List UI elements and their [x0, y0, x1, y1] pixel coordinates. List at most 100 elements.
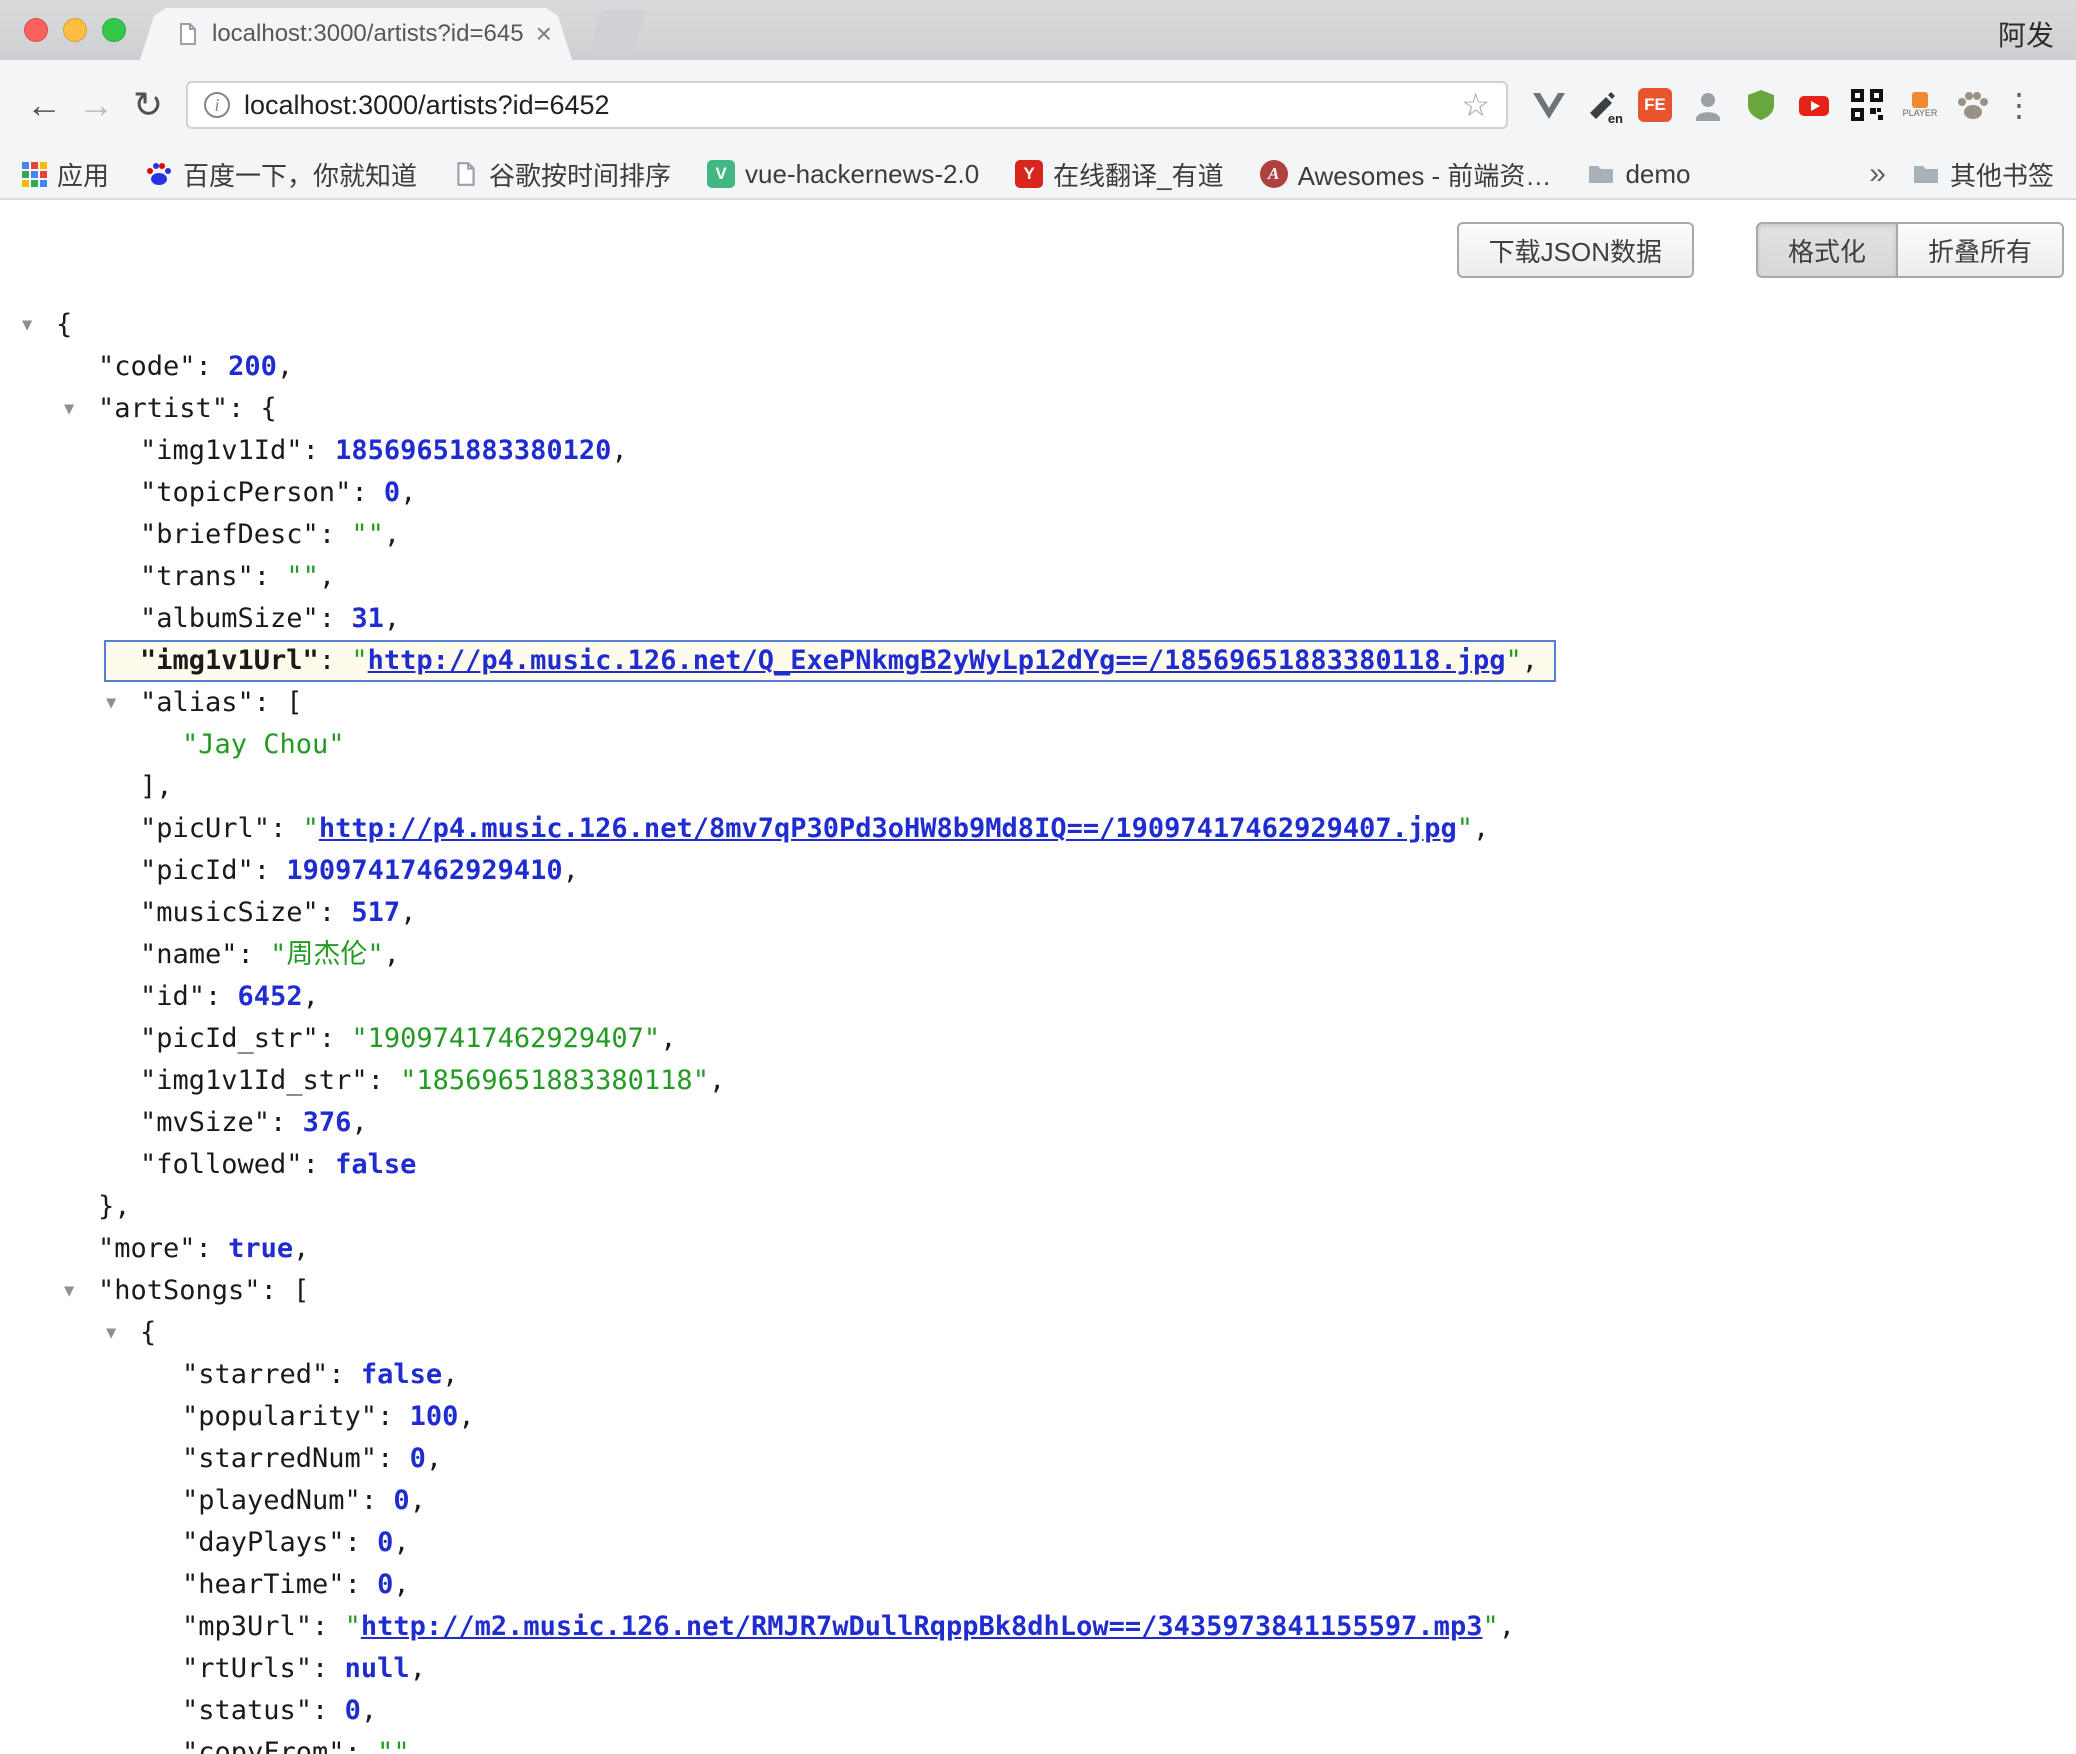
json-number: 6452: [238, 981, 303, 1012]
json-number: 100: [410, 1401, 459, 1432]
json-punct: ,: [351, 1107, 367, 1138]
zoom-window-button[interactable]: [102, 18, 126, 42]
json-punct: :: [303, 1149, 336, 1180]
shield-extension-icon[interactable]: [1742, 86, 1780, 124]
bookmark-youdao-translate[interactable]: Y 在线翻译_有道: [1015, 156, 1223, 193]
minimize-window-button[interactable]: [63, 18, 87, 42]
json-key: "picId_str": [140, 1023, 319, 1054]
close-window-button[interactable]: [24, 18, 48, 42]
json-line: "picId": 19097417462929410,: [0, 850, 2076, 892]
url-input[interactable]: localhost:3000/artists?id=6452: [244, 90, 1461, 121]
json-url-link[interactable]: http://p4.music.126.net/8mv7qP30Pd3oHW8b…: [319, 813, 1457, 844]
fe-helper-icon[interactable]: FE: [1636, 86, 1674, 124]
json-url-link[interactable]: http://p4.music.126.net/Q_ExePNkmgB2yWyL…: [368, 645, 1506, 676]
json-line: "followed": false: [0, 1144, 2076, 1186]
json-string-value: "": [377, 1737, 410, 1754]
collapse-arrow-icon[interactable]: ▼: [106, 1312, 116, 1354]
json-punct: :: [368, 1065, 401, 1096]
collapse-arrow-icon[interactable]: ▼: [64, 1270, 74, 1312]
baidu-paw-icon: [145, 160, 173, 188]
youdao-icon: Y: [1015, 160, 1043, 188]
json-number: 0: [393, 1485, 409, 1516]
json-key: "playedNum": [182, 1485, 361, 1516]
bookmark-baidu[interactable]: 百度一下，你就知道: [145, 156, 417, 193]
json-punct: :: [312, 1611, 345, 1642]
json-punct: :: [351, 477, 384, 508]
json-punct: ,: [384, 519, 400, 550]
url-bar[interactable]: i localhost:3000/artists?id=6452 ☆: [186, 81, 1508, 129]
other-bookmarks-label: 其他书签: [1950, 156, 2054, 193]
json-line: "img1v1Id_str": "18569651883380118",: [0, 1060, 2076, 1102]
json-line: "img1v1Id": 18569651883380120,: [0, 430, 2076, 472]
json-line: "picUrl": "http://p4.music.126.net/8mv7q…: [0, 808, 2076, 850]
youtube-extension-icon[interactable]: [1795, 86, 1833, 124]
folder-icon: [1912, 160, 1940, 188]
json-line: "picId_str": "19097417462929407",: [0, 1018, 2076, 1060]
json-punct: :: [319, 645, 352, 676]
json-punct: :: [196, 1233, 229, 1264]
translate-extension-icon[interactable]: en: [1583, 86, 1621, 124]
other-bookmarks-folder[interactable]: 其他书签: [1912, 156, 2054, 193]
json-string-value: "18569651883380118": [400, 1065, 709, 1096]
browser-tab[interactable]: localhost:3000/artists?id=645 ×: [140, 8, 572, 60]
reload-button[interactable]: ↻: [122, 84, 174, 126]
json-line: "id": 6452,: [0, 976, 2076, 1018]
json-key: "rtUrls": [182, 1653, 312, 1684]
bookmark-star-icon[interactable]: ☆: [1461, 86, 1490, 124]
json-key: "alias": [140, 687, 254, 718]
vue-icon: V: [707, 160, 735, 188]
json-number: 19097417462929410: [286, 855, 562, 886]
paw-extension-icon[interactable]: [1954, 86, 1992, 124]
json-punct: ,: [563, 855, 579, 886]
bookmarks-overflow-chevron[interactable]: »: [1869, 157, 1886, 191]
json-punct: :: [312, 1695, 345, 1726]
json-number: 0: [410, 1443, 426, 1474]
json-number: 0: [384, 477, 400, 508]
json-punct: ,: [384, 603, 400, 634]
bookmark-demo-folder[interactable]: demo: [1587, 159, 1690, 190]
back-button[interactable]: ←: [18, 84, 70, 126]
collapse-all-button[interactable]: 折叠所有: [1898, 222, 2064, 278]
collapse-arrow-icon[interactable]: ▼: [106, 682, 116, 724]
json-key: "img1v1Url": [140, 645, 319, 676]
json-boolean: false: [361, 1359, 442, 1390]
page-info-icon[interactable]: i: [204, 92, 230, 118]
bookmark-google-sort[interactable]: 谷歌按时间排序: [453, 156, 671, 193]
extension-icons: en FE: [1530, 86, 1992, 124]
json-punct: :: [196, 351, 229, 382]
player-extension-icon[interactable]: PLAYER: [1901, 86, 1939, 124]
new-tab-button[interactable]: [588, 10, 646, 54]
json-line: "popularity": 100,: [0, 1396, 2076, 1438]
json-punct: ,: [1522, 645, 1538, 676]
json-punct: ],: [140, 771, 173, 802]
json-key: "musicSize": [140, 897, 319, 928]
json-string-value: "http://m2.music.126.net/RMJR7wDullRqppB…: [345, 1611, 1499, 1642]
json-punct: :: [319, 603, 352, 634]
bookmarks-right: » 其他书签: [1869, 156, 2054, 193]
bookmark-vue-hackernews[interactable]: V vue-hackernews-2.0: [707, 159, 979, 190]
format-button[interactable]: 格式化: [1756, 222, 1898, 278]
json-punct: :: [377, 1401, 410, 1432]
bookmark-apps[interactable]: 应用: [22, 156, 109, 193]
vue-devtools-icon[interactable]: [1530, 86, 1568, 124]
forward-button[interactable]: →: [70, 84, 122, 126]
tab-close-icon[interactable]: ×: [536, 18, 552, 50]
bookmark-awesomes[interactable]: A Awesomes - 前端资…: [1260, 156, 1552, 193]
json-url-link[interactable]: http://m2.music.126.net/RMJR7wDullRqppBk…: [361, 1611, 1483, 1642]
json-string-value: "Jay Chou": [182, 729, 345, 760]
browser-menu-icon[interactable]: ⋮: [2002, 86, 2036, 124]
json-key: "img1v1Id_str": [140, 1065, 368, 1096]
json-number: 517: [351, 897, 400, 928]
json-key: "copyFrom": [182, 1737, 345, 1754]
json-key: "id": [140, 981, 205, 1012]
collapse-arrow-icon[interactable]: ▼: [22, 304, 32, 346]
json-punct: ,: [400, 477, 416, 508]
player-dot-icon: [1912, 92, 1928, 108]
collapse-arrow-icon[interactable]: ▼: [64, 388, 74, 430]
browser-window: localhost:3000/artists?id=645 × 阿发 ← → ↻…: [0, 0, 2076, 1754]
user-extension-icon[interactable]: [1689, 86, 1727, 124]
qr-code-extension-icon[interactable]: [1848, 86, 1886, 124]
json-line: "Jay Chou": [0, 724, 2076, 766]
download-json-button[interactable]: 下载JSON数据: [1457, 222, 1694, 278]
json-punct: ,: [709, 1065, 725, 1096]
